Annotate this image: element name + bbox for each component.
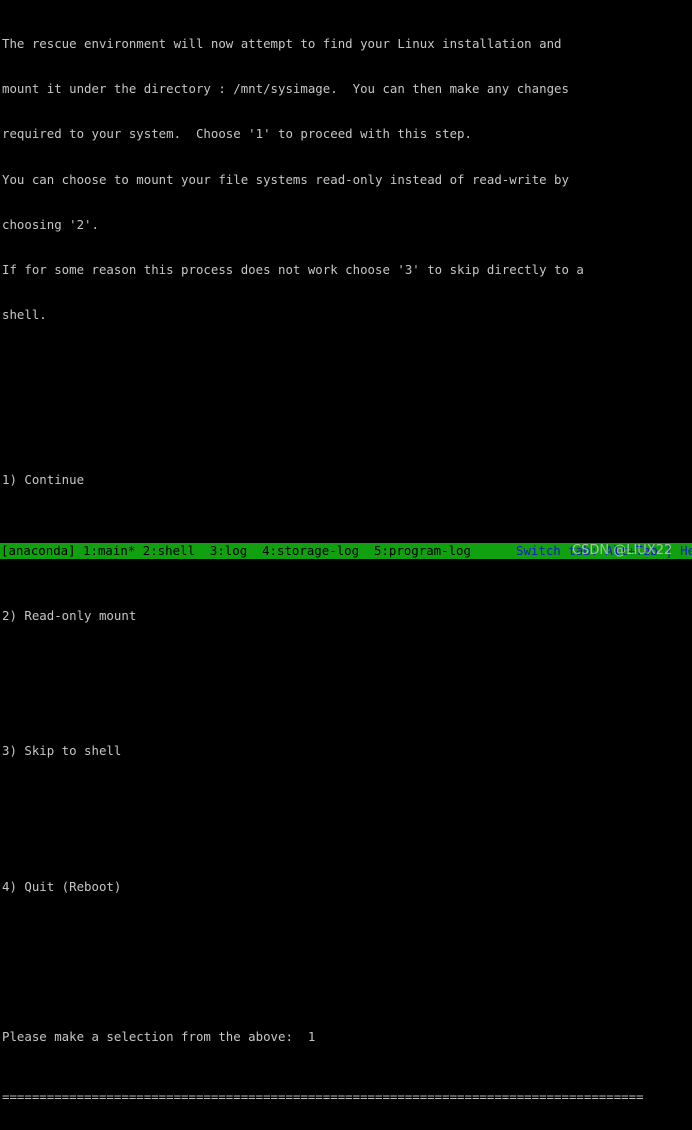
intro-line-5: choosing '2'.: [2, 216, 99, 232]
intro-line-4: You can choose to mount your file system…: [2, 171, 569, 187]
menu-option-readonly-mount[interactable]: 2) Read-only mount: [2, 608, 692, 623]
menu-option-quit-reboot[interactable]: 4) Quit (Reboot): [2, 879, 692, 894]
intro-line-7: shell.: [2, 306, 47, 322]
menu-option-continue[interactable]: 1) Continue: [2, 472, 692, 487]
terminal-output[interactable]: The rescue environment will now attempt …: [0, 0, 692, 1104]
menu-selection-prompt[interactable]: Please make a selection from the above: …: [2, 1029, 692, 1044]
intro-line-6: If for some reason this process does not…: [2, 261, 584, 277]
intro-line-3: required to your system. Choose '1' to p…: [2, 126, 472, 142]
status-bar-hint: Switch tab: Alt+Tab | Help: F1: [516, 543, 692, 558]
intro-line-1: The rescue environment will now attempt …: [2, 36, 562, 52]
separator-line-top: ========================================…: [2, 1089, 644, 1105]
status-bar[interactable]: [anaconda] 1:main* 2:shell 3:log 4:stora…: [0, 543, 692, 559]
intro-line-2: mount it under the directory : /mnt/sysi…: [2, 81, 569, 97]
bottom-filler: [0, 559, 692, 565]
terminal-window: The rescue environment will now attempt …: [0, 0, 692, 1104]
menu-option-skip-to-shell[interactable]: 3) Skip to shell: [2, 743, 692, 758]
status-bar-tabs[interactable]: [anaconda] 1:main* 2:shell 3:log 4:stora…: [1, 543, 471, 559]
